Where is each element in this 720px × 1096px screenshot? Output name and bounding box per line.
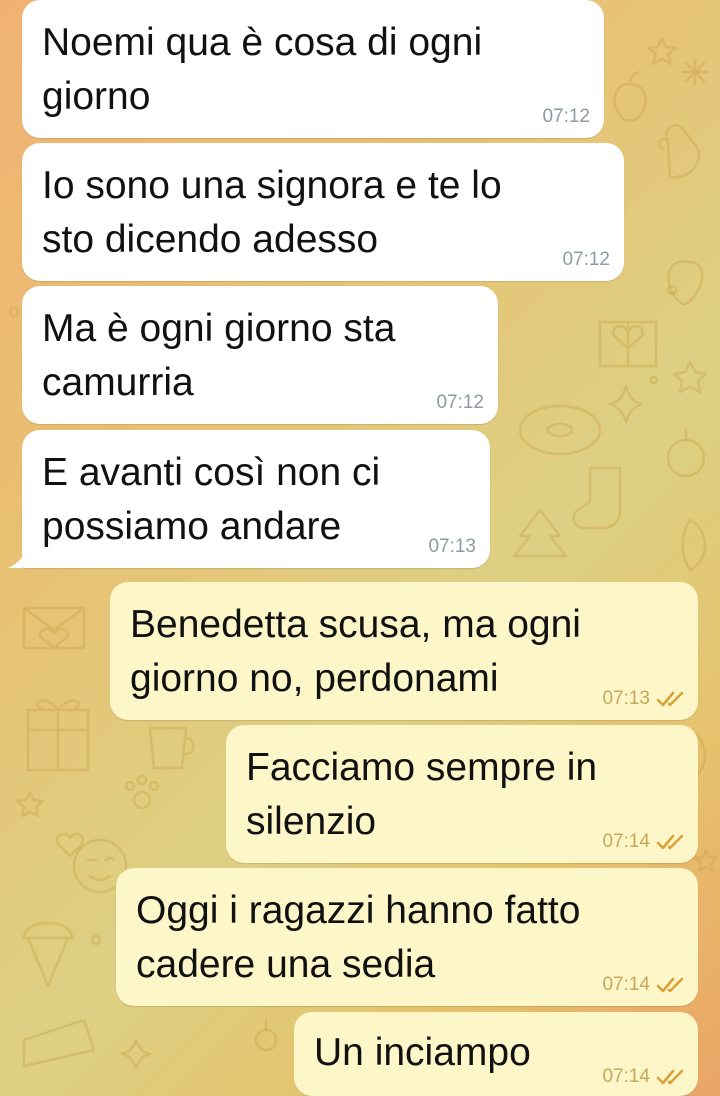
message-bubble[interactable]: Ma è ogni giorno sta camurria 07:12 [22,286,498,424]
message-meta: 07:12 [562,249,610,271]
message-time: 07:12 [562,249,610,270]
double-check-icon [656,977,684,993]
message-bubble[interactable]: Io sono una signora e te lo sto dicendo … [22,143,624,281]
message-bubble[interactable]: Oggi i ragazzi hanno fatto cadere una se… [116,868,698,1006]
message-time: 07:12 [436,392,484,413]
message-meta: 07:14 [602,974,686,996]
message-bubble[interactable]: Facciamo sempre in silenzio 07:14 [226,725,698,863]
message-time: 07:14 [602,831,650,852]
message-text: Un inciampo [314,1031,531,1074]
message-bubble[interactable]: Benedetta scusa, ma ogni giorno no, perd… [110,582,698,720]
message-text: Facciamo sempre in silenzio [246,746,598,843]
message-meta: 07:12 [542,106,590,128]
message-time: 07:13 [602,688,650,709]
chat-background: Noemi qua è cosa di ogni giorno 07:12 Io… [0,0,720,1096]
message-text: E avanti così non ci possiamo andare [42,451,381,548]
message-meta: 07:12 [436,392,484,414]
double-check-icon [656,834,684,850]
message-bubble[interactable]: E avanti così non ci possiamo andare 07:… [22,430,490,568]
double-check-icon [656,691,684,707]
message-time: 07:14 [602,1066,650,1087]
message-meta: 07:14 [602,831,686,853]
message-text: Noemi qua è cosa di ogni giorno [42,21,483,118]
message-time: 07:14 [602,974,650,995]
message-text: Benedetta scusa, ma ogni giorno no, perd… [130,603,581,700]
message-text: Oggi i ragazzi hanno fatto cadere una se… [136,889,581,986]
message-meta: 07:14 [602,1066,686,1088]
double-check-icon [656,1069,684,1085]
message-meta: 07:13 [428,536,476,558]
message-text: Ma è ogni giorno sta camurria [42,307,396,404]
message-bubble[interactable]: Noemi qua è cosa di ogni giorno 07:12 [22,0,604,138]
message-time: 07:13 [428,536,476,557]
message-bubble[interactable]: Un inciampo 07:14 [294,1012,698,1096]
message-time: 07:12 [542,106,590,127]
message-meta: 07:13 [602,688,686,710]
message-text: Io sono una signora e te lo sto dicendo … [42,164,502,261]
